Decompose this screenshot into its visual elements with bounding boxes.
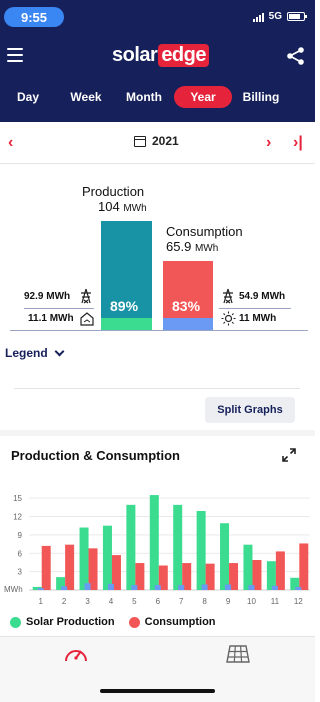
- sun-icon: [221, 311, 236, 326]
- x-tick-label: 5: [132, 597, 137, 606]
- self-consumption-bar: [61, 586, 68, 590]
- grid-tower-icon: [223, 288, 233, 304]
- x-tick-label: 7: [179, 597, 184, 606]
- date-navigation: ‹ 2021 › ›|: [0, 122, 315, 164]
- previous-period-icon[interactable]: ‹: [8, 134, 13, 152]
- production-title: Production: [82, 184, 145, 199]
- app-header: 9:55 5G solar edge Day Week Month Year Bi…: [0, 0, 315, 122]
- grid-tower-icon: [81, 288, 91, 304]
- x-tick-label: 9: [226, 597, 231, 606]
- legend-consumption[interactable]: Consumption: [128, 616, 216, 628]
- self-consumption-bar: [271, 585, 278, 590]
- self-consumption-bar: [295, 586, 302, 590]
- dashboard-gauge-icon[interactable]: [62, 643, 90, 665]
- import-value: 54.9 MWh: [239, 291, 286, 302]
- consumption-bar: [275, 551, 285, 590]
- chart-title: Production & Consumption: [11, 448, 180, 463]
- status-time: 9:55: [4, 7, 64, 27]
- solar-panel-layout-icon[interactable]: [224, 643, 252, 665]
- y-tick-label: 12: [13, 513, 22, 522]
- production-bar: [196, 510, 206, 590]
- y-tick-label: 9: [18, 531, 23, 540]
- consumption-from-solar-bar: [163, 318, 213, 330]
- production-bar: [243, 544, 253, 590]
- chevron-down-icon: [54, 346, 65, 356]
- self-consumption-bar: [248, 585, 255, 590]
- x-tick-label: 2: [62, 597, 67, 606]
- legend-label: Legend: [5, 346, 48, 360]
- production-bar: [220, 523, 230, 590]
- share-icon[interactable]: [286, 46, 306, 66]
- tab-week[interactable]: Week: [66, 86, 106, 108]
- split-graphs-button[interactable]: Split Graphs: [205, 397, 295, 423]
- production-value: 104 MWh: [98, 199, 147, 214]
- x-tick-label: 10: [247, 597, 256, 606]
- from-solar-value: 11 MWh: [239, 313, 277, 324]
- x-tick-label: 1: [38, 597, 43, 606]
- legend-toggle[interactable]: Legend: [5, 346, 65, 360]
- tab-month[interactable]: Month: [123, 86, 165, 108]
- signal-icon: [252, 12, 264, 22]
- self-consumption-bar: [225, 584, 232, 590]
- x-tick-label: 4: [109, 597, 114, 606]
- self-consumption-bar: [37, 588, 44, 590]
- energy-overview: Production 104 MWh 89% Consumption 65.9 …: [0, 164, 315, 336]
- y-tick-label: 15: [13, 494, 22, 503]
- production-bar: [126, 504, 136, 590]
- status-bar: 9:55 5G: [0, 0, 315, 36]
- x-tick-label: 8: [202, 597, 207, 606]
- production-self-consumed-bar: [101, 318, 152, 330]
- calendar-icon: [134, 135, 146, 147]
- self-consumption-bar: [154, 585, 161, 590]
- production-bar: [173, 504, 183, 590]
- x-tick-label: 12: [294, 597, 303, 606]
- last-period-icon[interactable]: ›|: [293, 134, 303, 152]
- x-tick-label: 6: [156, 597, 161, 606]
- date-picker[interactable]: 2021: [134, 134, 179, 148]
- production-self-percent: 89%: [110, 298, 139, 314]
- export-value: 92.9 MWh: [24, 291, 71, 302]
- production-bar: [102, 525, 112, 590]
- consumption-title: Consumption: [166, 224, 243, 239]
- y-tick-label: 6: [18, 549, 23, 558]
- consumption-bar: [41, 545, 51, 590]
- self-consumed-value: 11.1 MWh: [28, 313, 74, 324]
- hamburger-menu-icon[interactable]: [7, 48, 23, 62]
- self-consumption-bar: [131, 585, 138, 590]
- production-bar: [79, 527, 89, 590]
- next-period-icon[interactable]: ›: [266, 134, 271, 152]
- tab-year[interactable]: Year: [174, 86, 232, 108]
- self-consumption-bar: [178, 585, 185, 590]
- tab-day[interactable]: Day: [12, 86, 44, 108]
- y-tick-label: 3: [18, 568, 23, 577]
- production-bar: [149, 495, 159, 590]
- y-axis-unit: MWh: [4, 585, 23, 594]
- consumption-value: 65.9 MWh: [166, 239, 219, 254]
- solaredge-logo: solar edge: [112, 43, 209, 67]
- house-icon: [80, 312, 94, 326]
- status-icons: 5G: [252, 11, 307, 22]
- consumption-bar: [65, 544, 75, 590]
- consumption-bar: [299, 543, 309, 590]
- x-tick-label: 3: [85, 597, 90, 606]
- production-bar: [266, 561, 276, 590]
- self-consumption-bar: [107, 583, 114, 590]
- consumption-self-percent: 83%: [172, 298, 201, 314]
- x-tick-label: 11: [271, 597, 280, 606]
- network-type: 5G: [268, 11, 282, 22]
- tab-billing[interactable]: Billing: [240, 86, 282, 108]
- date-label: 2021: [152, 134, 179, 148]
- production-consumption-chart: 3691215MWh1 2 3 4 5 6 7 8 9 10 11 12: [4, 494, 310, 606]
- home-indicator: [100, 689, 215, 693]
- self-consumption-bar: [84, 583, 91, 590]
- chart-legend: Solar Production Consumption: [10, 616, 216, 628]
- period-tabs: Day Week Month Year Billing: [0, 86, 315, 110]
- expand-icon[interactable]: [281, 447, 297, 463]
- legend-solar-production[interactable]: Solar Production: [10, 616, 115, 628]
- battery-icon: [287, 12, 307, 21]
- self-consumption-bar: [201, 584, 208, 590]
